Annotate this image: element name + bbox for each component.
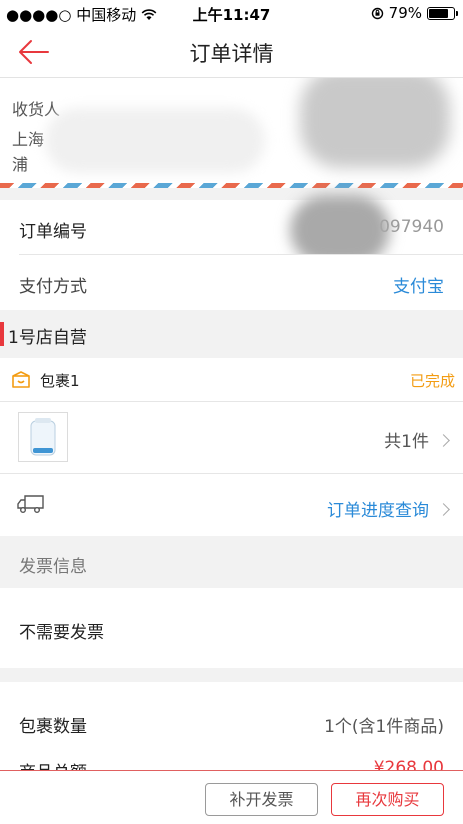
invoice-value: 不需要发票 bbox=[19, 623, 104, 643]
battery-fill bbox=[429, 8, 448, 18]
product-thumbnail bbox=[18, 412, 68, 462]
bottom-action-bar: 补开发票 再次购买 bbox=[0, 770, 463, 824]
order-number-row: 订单编号 097940 bbox=[0, 195, 463, 265]
payment-method-row: 支付方式 支付宝 bbox=[0, 255, 463, 310]
redaction-blur bbox=[45, 108, 265, 173]
invoice-row: 不需要发票 bbox=[0, 588, 463, 668]
address-line: 上海 bbox=[12, 130, 45, 149]
product-image bbox=[30, 418, 56, 456]
status-bar-right: 79% bbox=[371, 4, 458, 22]
shipping-address[interactable]: 收货人 上海 浦 bbox=[0, 78, 463, 188]
package-count-label: 包裹数量 bbox=[19, 717, 87, 737]
product-count-text: 共1件 bbox=[384, 432, 429, 452]
chevron-right-icon bbox=[437, 434, 450, 447]
order-summary: 包裹数量 1个(含1件商品) 商品总额 ¥268.00 bbox=[0, 682, 463, 783]
order-progress-text: 订单进度查询 bbox=[327, 501, 429, 521]
order-progress-link[interactable]: 订单进度查询 bbox=[327, 496, 450, 521]
shop-name: 1号店自营 bbox=[8, 328, 87, 348]
section-gap bbox=[0, 188, 463, 200]
chevron-right-icon bbox=[437, 503, 450, 516]
status-bar: ●●●●○ 中国移动 上午11:47 79% bbox=[0, 0, 463, 26]
battery-percent: 79% bbox=[388, 4, 422, 22]
package-name: 包裹1 bbox=[40, 372, 80, 390]
package-header: 包裹1 已完成 bbox=[0, 358, 463, 402]
package-icon bbox=[12, 371, 30, 388]
product-row[interactable]: 共1件 bbox=[0, 402, 463, 474]
address-line-2: 浦 bbox=[12, 155, 29, 174]
page-title: 订单详情 bbox=[189, 42, 274, 66]
redaction-scribble bbox=[300, 78, 450, 168]
payment-method-value: 支付宝 bbox=[393, 277, 444, 297]
invoice-section-title: 发票信息 bbox=[19, 557, 87, 577]
order-progress-row[interactable]: 订单进度查询 bbox=[0, 474, 463, 536]
delivery-truck-icon bbox=[17, 495, 44, 513]
recipient-label: 收货人 bbox=[12, 100, 61, 119]
battery-icon bbox=[427, 6, 458, 20]
package-status: 已完成 bbox=[409, 372, 455, 390]
order-number-label: 订单编号 bbox=[19, 222, 87, 242]
orientation-lock-icon bbox=[371, 7, 383, 19]
nav-bar: 订单详情 bbox=[0, 26, 463, 78]
section-gap bbox=[0, 668, 463, 682]
invoice-section-header: 发票信息 bbox=[0, 536, 463, 588]
shop-header: 1号店自营 bbox=[0, 310, 463, 358]
payment-method-label: 支付方式 bbox=[19, 277, 87, 297]
buy-again-button[interactable]: 再次购买 bbox=[331, 783, 444, 816]
shop-accent-bar bbox=[0, 322, 4, 346]
package-count-value: 1个(含1件商品) bbox=[324, 717, 444, 737]
reissue-invoice-button[interactable]: 补开发票 bbox=[205, 783, 318, 816]
product-count: 共1件 bbox=[384, 427, 450, 452]
